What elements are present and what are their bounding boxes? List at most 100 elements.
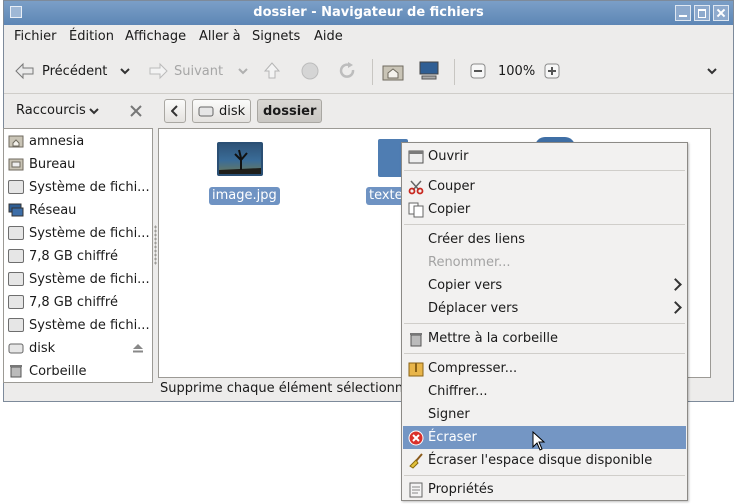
menu-item-label: Chiffrer...	[428, 384, 488, 399]
menu-signets[interactable]: Signets	[252, 29, 300, 44]
eject-icon[interactable]	[132, 343, 144, 353]
title-bar[interactable]: dossier - Navigateur de fichiers	[4, 1, 733, 25]
maximize-button[interactable]	[694, 5, 710, 21]
sidebar-item-label: Réseau	[29, 202, 77, 218]
toolbar-overflow-button[interactable]	[706, 59, 718, 83]
sidebar-item-amnesia[interactable]: amnesia	[8, 131, 84, 151]
up-arrow-icon	[263, 62, 281, 79]
sidebar-item-label: 7,8 GB chiffré	[29, 248, 118, 264]
home-button[interactable]	[382, 59, 404, 83]
mouse-pointer-icon	[532, 431, 546, 451]
window-title: dossier - Navigateur de fichiers	[253, 5, 484, 20]
places-selector[interactable]: Raccourcis	[16, 103, 100, 118]
sidebar-item-label: 7,8 GB chiffré	[29, 294, 118, 310]
menu-aller-a[interactable]: Aller à	[199, 29, 241, 44]
sidebar-item-label: Système de fichi...	[29, 317, 150, 333]
menu-item-label: Couper	[428, 179, 475, 194]
menu-item-signer[interactable]: Signer	[403, 403, 686, 426]
sidebar-item-encrypted-volume[interactable]: 7,8 GB chiffré	[8, 246, 118, 266]
forward-arrow-icon	[149, 62, 168, 80]
sidebar-item-filesystem[interactable]: Système de fichi...	[8, 315, 150, 335]
chevron-left-icon	[171, 105, 178, 117]
computer-button[interactable]	[418, 59, 440, 83]
drive-icon	[8, 272, 24, 286]
menu-item-mettre-a-la-corbeille[interactable]: Mettre à la corbeille	[403, 327, 686, 350]
sidebar-item-label: Système de fichi...	[29, 271, 150, 287]
shred-icon	[408, 430, 424, 445]
toolbar-separator	[372, 59, 373, 85]
scissors-icon	[408, 180, 424, 194]
forward-button[interactable]: Suivant	[147, 59, 249, 83]
sidebar-item-bureau[interactable]: Bureau	[8, 154, 75, 174]
menu-aide[interactable]: Aide	[314, 29, 343, 44]
menu-item-couper[interactable]: Couper	[403, 175, 686, 198]
menu-item-copier-vers[interactable]: Copier vers	[403, 274, 686, 297]
window-controls	[675, 5, 729, 21]
image-file-icon[interactable]	[217, 142, 263, 176]
zoom-out-button[interactable]	[470, 59, 486, 83]
sidebar-item-label: Bureau	[29, 156, 76, 172]
drive-icon	[198, 106, 214, 117]
sidebar-item-label: amnesia	[29, 133, 85, 149]
forward-history-chevron-icon[interactable]	[237, 66, 249, 76]
chevron-down-icon	[707, 68, 717, 75]
location-bar: Raccourcis disk dossier	[4, 93, 733, 129]
trash-icon	[410, 332, 422, 346]
menu-item-deplacer-vers[interactable]: Déplacer vers	[403, 297, 686, 320]
menu-item-label: Écraser l'espace disque disponible	[428, 453, 653, 468]
reload-button[interactable]	[337, 59, 357, 83]
menu-edition[interactable]: Édition	[69, 29, 114, 44]
menu-item-ecraser-espace-libre[interactable]: Écraser l'espace disque disponible	[403, 449, 686, 472]
menu-item-label: Compresser...	[428, 361, 518, 376]
up-button[interactable]	[262, 59, 282, 83]
path-crumb-disk[interactable]: disk	[192, 99, 252, 123]
removable-disk-icon	[8, 343, 24, 354]
menu-item-renommer[interactable]: Renommer...	[403, 251, 686, 274]
path-crumb-dossier[interactable]: dossier	[257, 99, 323, 123]
broom-icon	[409, 452, 423, 469]
sidebar-resize-handle[interactable]	[154, 225, 157, 265]
encrypted-drive-icon	[8, 295, 24, 309]
menu-item-ouvrir[interactable]: Ouvrir	[403, 145, 686, 168]
sidebar-item-encrypted-volume[interactable]: 7,8 GB chiffré	[8, 292, 118, 312]
menu-item-proprietes[interactable]: Propriétés	[403, 478, 686, 501]
submenu-arrow-icon	[669, 278, 682, 291]
back-label: Précédent	[42, 63, 108, 79]
back-arrow-icon	[15, 62, 34, 80]
menu-item-label: Copier	[428, 202, 471, 217]
menu-item-label: Propriétés	[428, 482, 494, 497]
back-button[interactable]: Précédent	[14, 59, 131, 83]
sidebar-item-disk[interactable]: disk	[8, 338, 55, 358]
menu-item-compresser[interactable]: Compresser...	[403, 357, 686, 380]
menu-separator	[404, 353, 685, 354]
zoom-in-button[interactable]	[544, 59, 560, 83]
menu-item-creer-des-liens[interactable]: Créer des liens	[403, 228, 686, 251]
desktop-folder-icon	[8, 158, 24, 171]
file-label-image[interactable]: image.jpg	[209, 187, 280, 205]
toolbar-separator	[454, 59, 455, 85]
drive-icon	[8, 180, 24, 194]
forward-label: Suivant	[174, 63, 224, 79]
menu-item-copier[interactable]: Copier	[403, 198, 686, 221]
back-history-chevron-icon[interactable]	[119, 66, 131, 76]
crumb-label: dossier	[263, 103, 317, 119]
menu-item-label: Renommer...	[428, 255, 511, 270]
sidebar-item-label: Système de fichi...	[29, 225, 150, 241]
sidebar-item-corbeille[interactable]: Corbeille	[8, 361, 86, 381]
menu-fichier[interactable]: Fichier	[14, 29, 57, 44]
sidebar-item-reseau[interactable]: Réseau	[8, 200, 76, 220]
path-scroll-left-button[interactable]	[164, 99, 186, 123]
menu-item-chiffrer[interactable]: Chiffrer...	[403, 380, 686, 403]
properties-icon	[409, 482, 423, 497]
zoom-level[interactable]: 100%	[498, 59, 535, 83]
minimize-button[interactable]	[675, 5, 691, 21]
sidebar-item-filesystem[interactable]: Système de fichi...	[8, 269, 150, 289]
close-sidebar-icon[interactable]	[130, 105, 142, 117]
sidebar-item-filesystem[interactable]: Système de fichi...	[8, 177, 150, 197]
drive-icon	[8, 226, 24, 240]
sidebar-item-filesystem[interactable]: Système de fichi...	[8, 223, 150, 243]
close-button[interactable]	[713, 5, 729, 21]
stop-button[interactable]	[300, 59, 320, 83]
menu-affichage[interactable]: Affichage	[125, 29, 186, 44]
zoom-out-icon	[470, 63, 486, 79]
